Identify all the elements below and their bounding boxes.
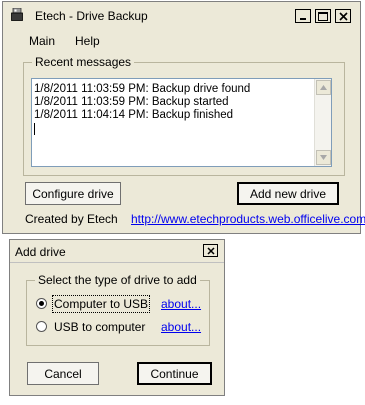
scroll-up-button[interactable] [316, 80, 331, 95]
vertical-scrollbar[interactable] [314, 79, 331, 166]
cancel-button[interactable]: Cancel [27, 362, 99, 385]
title-bar[interactable]: Etech - Drive Backup [3, 2, 360, 28]
dialog-title: Add drive [15, 245, 66, 259]
text-caret [34, 123, 35, 135]
menu-main[interactable]: Main [29, 34, 55, 48]
message-line: 1/8/2011 11:03:59 PM: Backup drive found [34, 83, 251, 95]
maximize-icon [318, 11, 328, 21]
add-new-drive-button[interactable]: Add new drive [237, 182, 339, 205]
usb-drive-icon [11, 8, 23, 21]
dialog-title-bar[interactable]: Add drive [10, 240, 224, 263]
drive-type-group: Select the type of drive to add [26, 273, 210, 346]
website-link[interactable]: http://www.etechproducts.web.officelive.… [131, 212, 365, 226]
menu-help[interactable]: Help [75, 34, 100, 48]
about-computer-to-usb-link[interactable]: about... [161, 297, 201, 311]
configure-drive-button[interactable]: Configure drive [25, 182, 121, 205]
usb-to-computer-radio[interactable] [36, 321, 47, 332]
arrow-down-icon [320, 155, 327, 160]
close-button[interactable] [335, 9, 351, 23]
menu-bar: Main Help [3, 30, 360, 50]
computer-to-usb-label[interactable]: Computer to USB [51, 295, 151, 313]
drive-type-label: Select the type of drive to add [35, 273, 200, 287]
message-line: 1/8/2011 11:04:14 PM: Backup finished [34, 109, 234, 121]
messages-listbox[interactable]: 1/8/2011 11:03:59 PM: Backup drive found… [31, 78, 332, 167]
computer-to-usb-radio[interactable] [36, 298, 47, 309]
maximize-button[interactable] [315, 9, 331, 23]
usb-to-computer-label[interactable]: USB to computer [54, 320, 145, 334]
minimize-button[interactable] [295, 9, 311, 23]
arrow-up-icon [320, 85, 327, 90]
continue-button[interactable]: Continue [137, 362, 212, 385]
dialog-close-button[interactable] [203, 244, 218, 257]
scroll-down-button[interactable] [316, 150, 331, 165]
minimize-icon [300, 18, 306, 20]
about-usb-to-computer-link[interactable]: about... [161, 320, 201, 334]
close-icon [338, 11, 348, 21]
window-title: Etech - Drive Backup [35, 9, 148, 23]
created-by-label: Created by Etech [25, 212, 118, 226]
recent-messages-label: Recent messages [32, 55, 135, 69]
message-line: 1/8/2011 11:03:59 PM: Backup started [34, 96, 229, 108]
close-icon [206, 246, 215, 255]
